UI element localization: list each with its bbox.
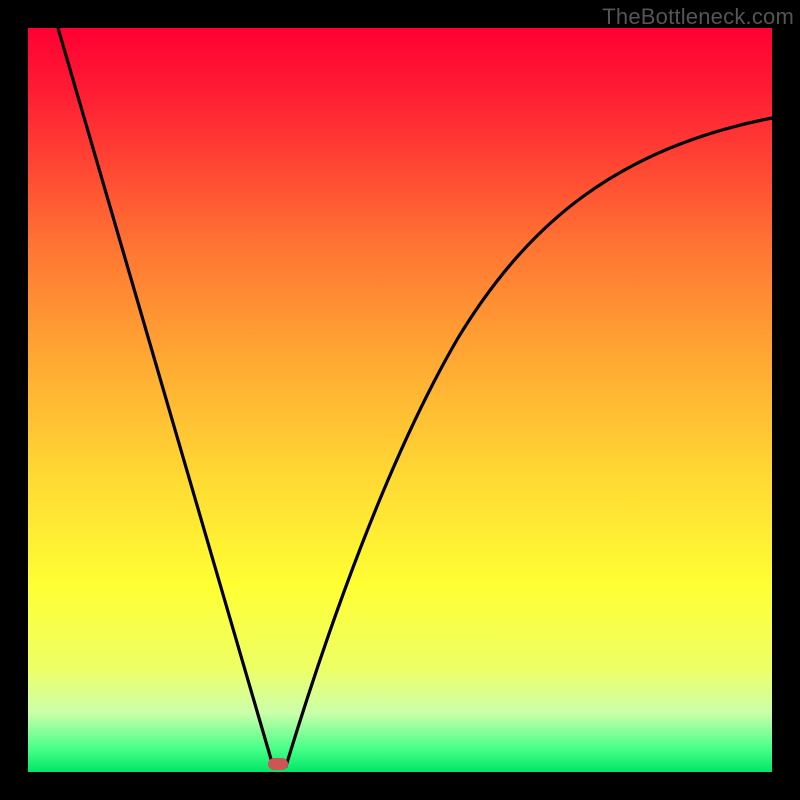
bottleneck-curve [28,28,772,772]
chart-frame: TheBottleneck.com [0,0,800,800]
optimal-marker [268,758,288,770]
watermark-text: TheBottleneck.com [602,4,794,30]
plot-area [28,28,772,772]
curve-path [58,28,772,766]
